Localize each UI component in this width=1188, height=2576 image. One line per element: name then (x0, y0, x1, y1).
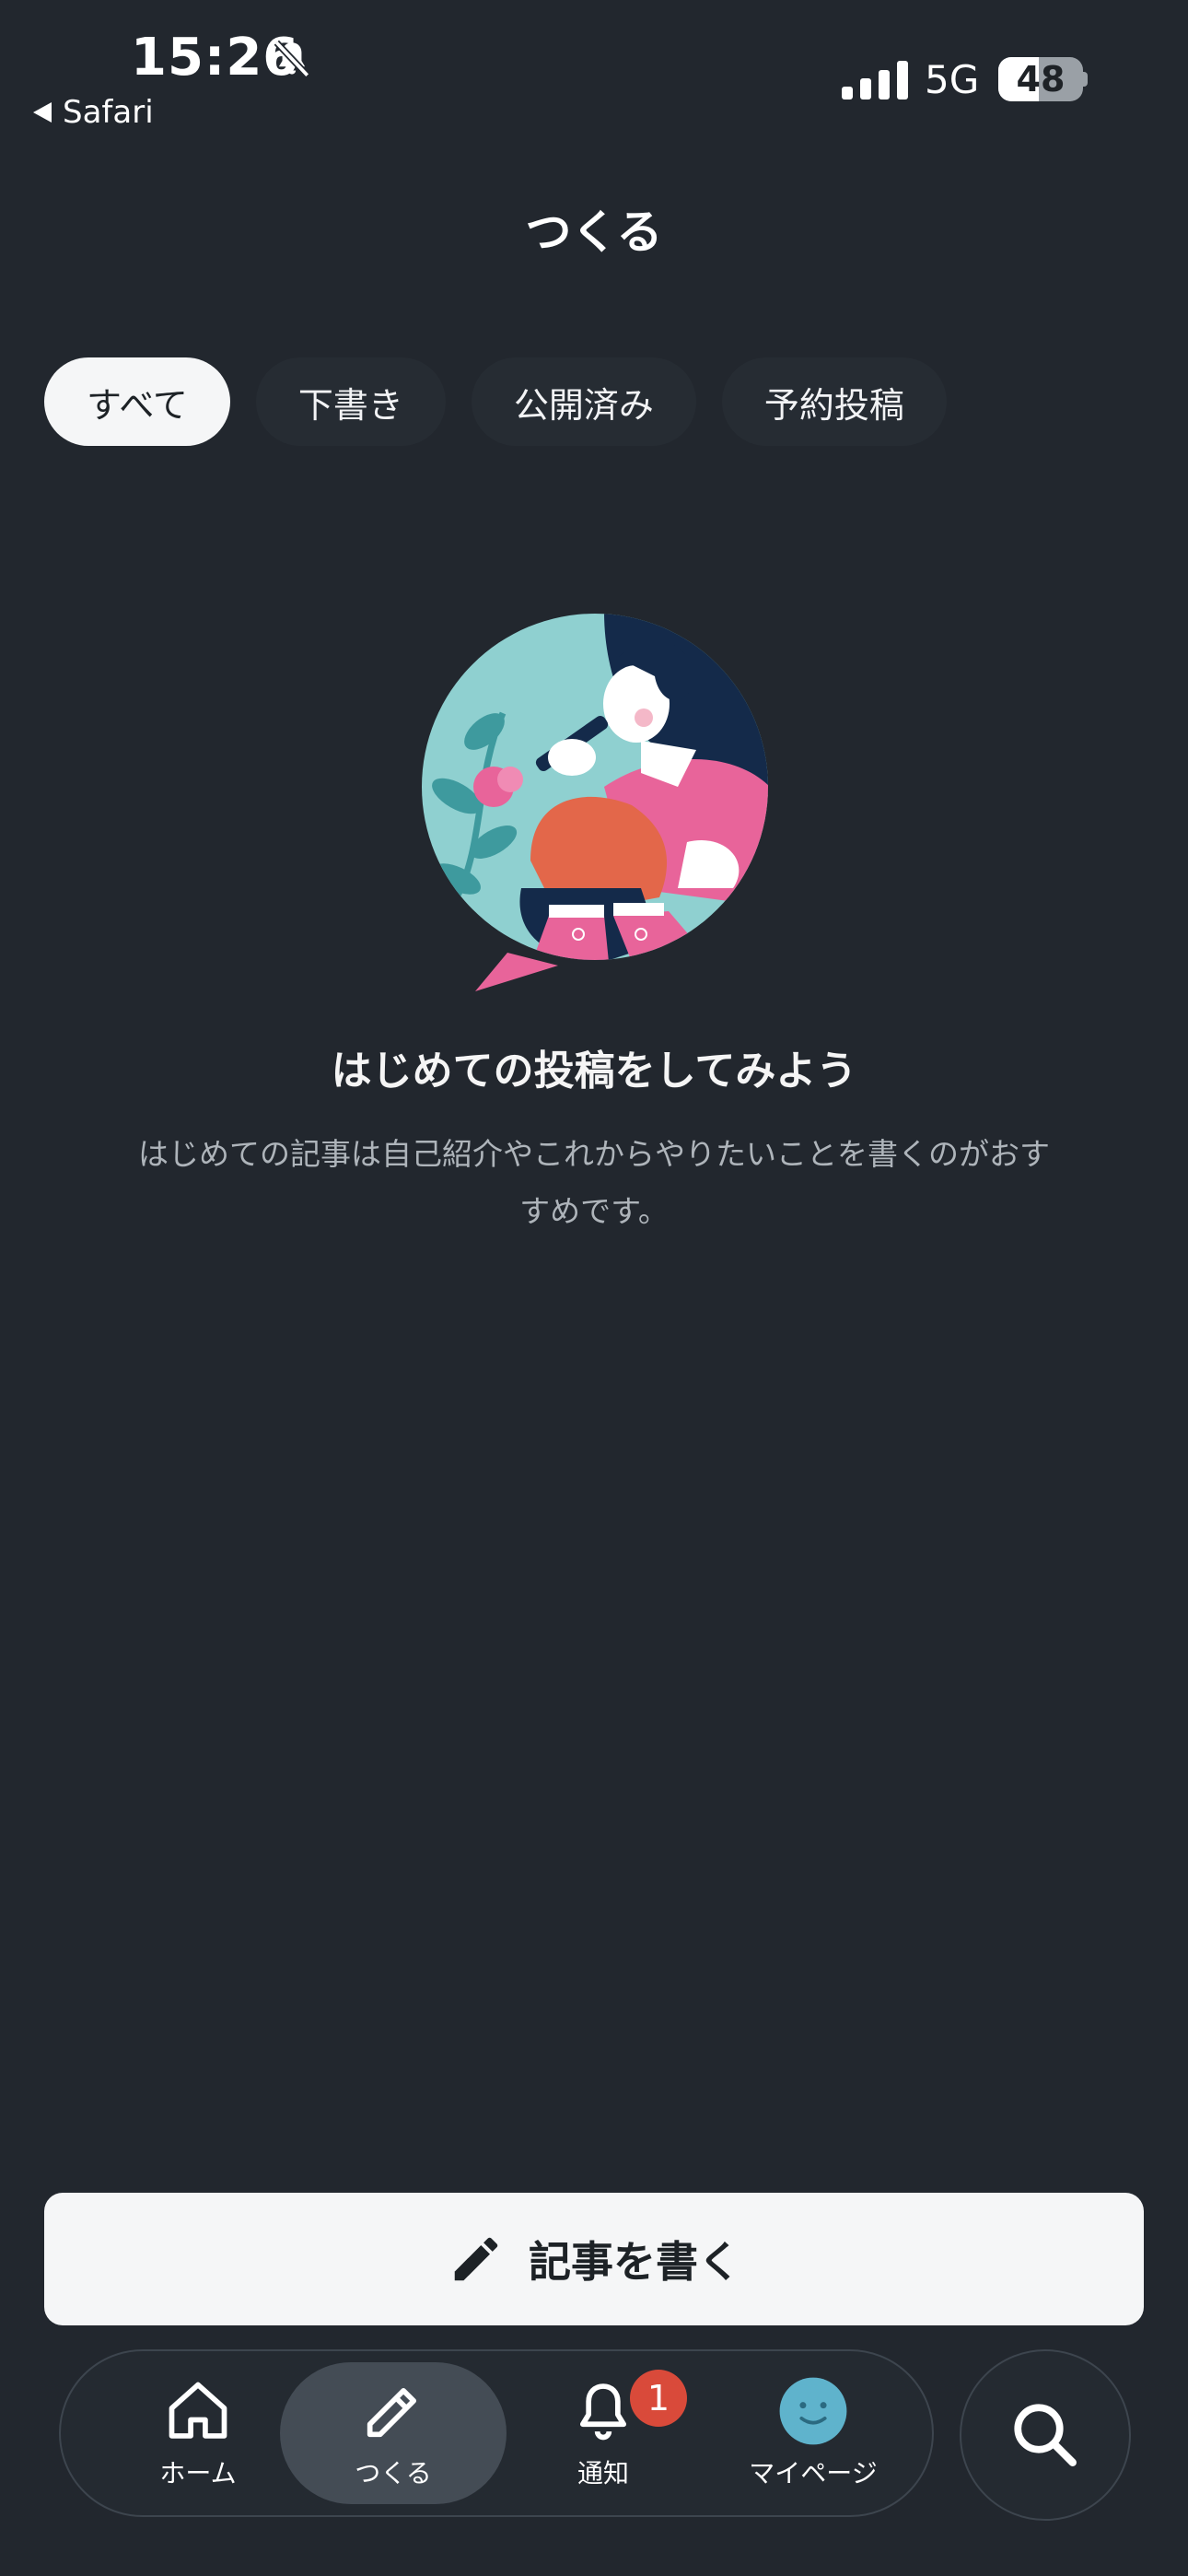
tab-published[interactable]: 公開済み (471, 357, 696, 446)
empty-state-title: はじめての投稿をしてみよう (331, 1048, 857, 1095)
back-app-label: Safari (63, 94, 154, 131)
nav-label-home: ホーム (159, 2458, 237, 2488)
nav-home[interactable]: ホーム (85, 2362, 311, 2504)
nav-create[interactable]: つくる (280, 2362, 507, 2504)
bottom-nav: ホーム つくる 通知 1 マイページ (59, 2349, 934, 2517)
avatar-icon (779, 2377, 847, 2445)
page-title: つくる (525, 205, 663, 259)
battery-percent: 48 (1016, 59, 1066, 100)
tab-scheduled[interactable]: 予約投稿 (721, 357, 947, 446)
pencil-icon (367, 2387, 417, 2438)
back-to-safari[interactable]: Safari (33, 94, 154, 131)
empty-state-description: はじめての記事は自己紹介やこれからやりたいことを書くのがおすすめです。 (138, 1136, 1050, 1229)
nav-mypage[interactable]: マイページ (700, 2362, 926, 2504)
battery-cap (1081, 72, 1088, 87)
bell-icon (579, 2383, 627, 2441)
pencil-icon (454, 2237, 498, 2281)
battery-icon: 48 (998, 57, 1083, 101)
notification-badge: 1 (630, 2370, 687, 2427)
search-icon (1014, 2404, 1077, 2466)
write-article-label: 記事を書く (529, 2237, 740, 2287)
empty-state-illustration (422, 614, 768, 991)
nav-label-mypage: マイページ (749, 2458, 878, 2488)
nav-label-notifications: 通知 (577, 2458, 629, 2488)
back-arrow-icon (33, 102, 52, 123)
signal-icon (842, 61, 908, 100)
filter-tabs: すべて 下書き 公開済み 予約投稿 (44, 357, 947, 446)
tab-drafts[interactable]: 下書き (255, 357, 446, 446)
nav-label-create: つくる (355, 2458, 432, 2488)
network-type: 5G (925, 57, 980, 102)
write-article-button[interactable]: 記事を書く (44, 2193, 1144, 2325)
home-icon (169, 2382, 227, 2439)
search-button[interactable] (960, 2349, 1131, 2521)
tab-all[interactable]: すべて (44, 357, 230, 446)
bell-slash-icon (274, 40, 310, 78)
